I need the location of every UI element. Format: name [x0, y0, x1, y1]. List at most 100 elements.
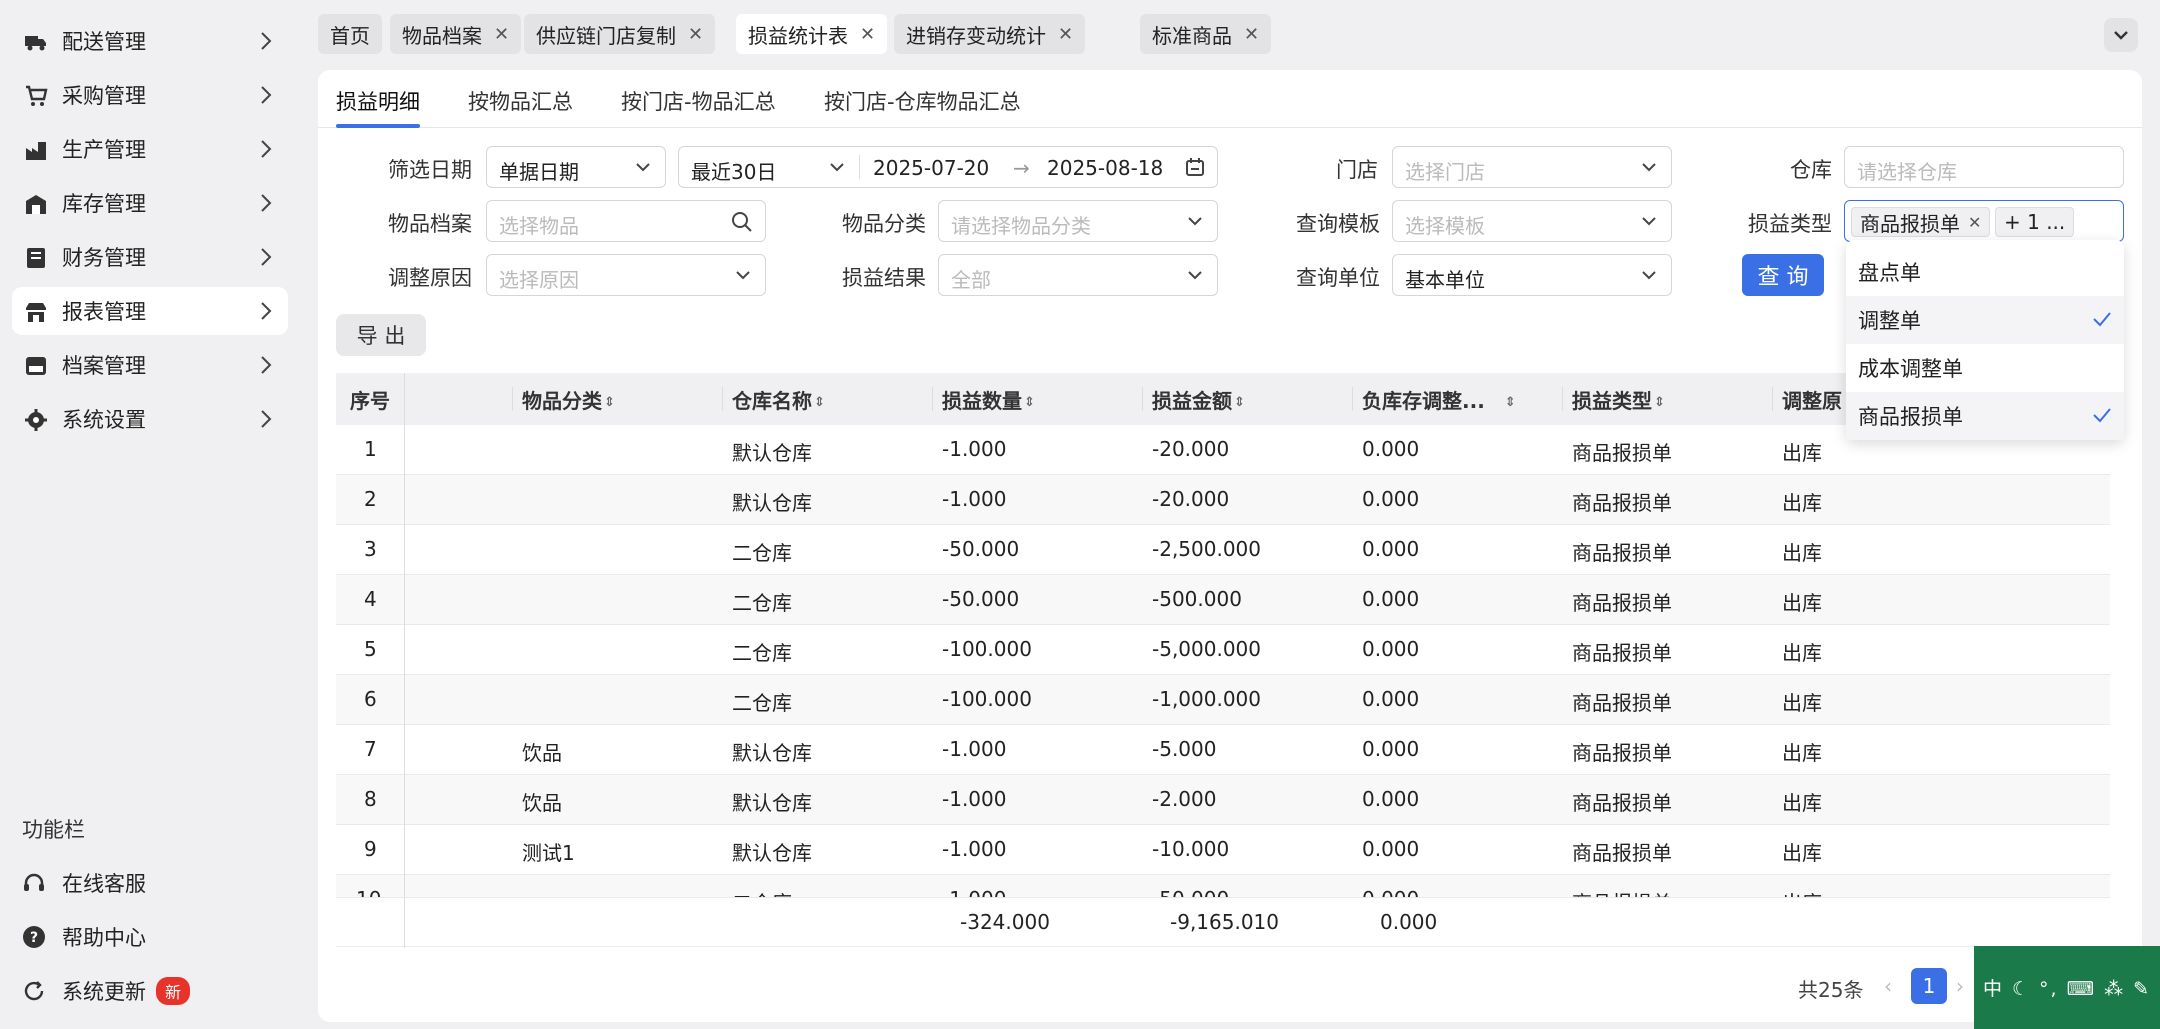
tab-loss-stats[interactable]: 损益统计表 ✕	[736, 14, 888, 54]
dropdown-option[interactable]: 调整单	[1846, 296, 2124, 344]
sidebar-item-settings[interactable]: 系统设置	[12, 395, 288, 443]
help-icon: ?	[23, 926, 45, 948]
sort-icon[interactable]: ⇕	[1505, 395, 1516, 410]
item-search-input[interactable]: 选择物品	[486, 200, 766, 242]
tab-label: 损益统计表	[748, 23, 848, 48]
table-row[interactable]: 4 二仓库 -50.000 -500.000 0.000 商品报损单 出库	[336, 575, 2110, 625]
tab-label: 物品档案	[402, 23, 482, 48]
system-update-link[interactable]: 系统更新 新	[22, 971, 191, 1011]
report-icon	[26, 303, 46, 322]
table-row[interactable]: 6 二仓库 -100.000 -1,000.000 0.000 商品报损单 出库	[336, 675, 2110, 725]
close-icon[interactable]: ✕	[860, 24, 875, 45]
sort-icon[interactable]: ⇕	[814, 395, 825, 410]
table-row[interactable]: 5 二仓库 -100.000 -5,000.000 0.000 商品报损单 出库	[336, 625, 2110, 675]
col-negative-adjust[interactable]: 负库存调整... ⇕	[1362, 385, 1516, 414]
col-category[interactable]: 物品分类 ⇕	[522, 385, 615, 414]
table-row[interactable]: 3 二仓库 -50.000 -2,500.000 0.000 商品报损单 出库	[336, 525, 2110, 575]
tab-item-archive[interactable]: 物品档案 ✕	[390, 14, 522, 54]
chip-label: + 1 ...	[2004, 210, 2066, 234]
table-row[interactable]: 2 默认仓库 -1.000 -20.000 0.000 商品报损单 出库	[336, 475, 2110, 525]
tab-standard-goods[interactable]: 标准商品 ✕	[1140, 14, 1272, 54]
subtab-by-store-warehouse-item[interactable]: 按门店-仓库物品汇总	[824, 86, 1021, 116]
sort-icon[interactable]: ⇕	[1654, 395, 1665, 410]
table-cell: -100.000	[942, 687, 1032, 711]
table-cell: 3	[364, 537, 377, 561]
category-select[interactable]: 请选择物品分类	[938, 200, 1218, 242]
col-divider	[1142, 387, 1143, 411]
table-row[interactable]: 8 饮品 默认仓库 -1.000 -2.000 0.000 商品报损单 出库	[336, 775, 2110, 825]
headset-icon	[24, 873, 44, 891]
date-type-select[interactable]: 单据日期	[486, 146, 666, 188]
sidebar-item-purchase[interactable]: 采购管理	[12, 71, 288, 119]
store-select[interactable]: 选择门店	[1392, 146, 1672, 188]
more-types-chip[interactable]: + 1 ...	[1995, 207, 2075, 237]
subtab-by-item[interactable]: 按物品汇总	[468, 86, 573, 116]
total-amount: -9,165.010	[1170, 910, 1280, 934]
calendar-icon	[1186, 158, 1204, 176]
next-page-icon[interactable]: ›	[1956, 974, 1964, 998]
sidebar-item-archive[interactable]: 档案管理	[12, 341, 288, 389]
date-end[interactable]: 2025-08-18	[1047, 156, 1163, 180]
prev-page-icon[interactable]: ‹	[1884, 974, 1892, 998]
table-row[interactable]: 9 测试1 默认仓库 -1.000 -10.000 0.000 商品报损单 出库	[336, 825, 2110, 875]
close-icon[interactable]: ✕	[1058, 24, 1073, 45]
reason-select[interactable]: 选择原因	[486, 254, 766, 296]
dropdown-option[interactable]: 商品报损单	[1846, 392, 2124, 440]
tabs-dropdown-button[interactable]	[2104, 18, 2138, 52]
ime-toolbar[interactable]: 中 ☾ °, ⌨ ⁂ ✎	[1974, 946, 2160, 1029]
table-cell: 0.000	[1362, 787, 1420, 811]
tab-store-copy[interactable]: 供应链门店复制 ✕	[524, 14, 716, 54]
col-type[interactable]: 损益类型 ⇕	[1572, 385, 1665, 414]
col-divider	[932, 387, 933, 411]
col-quantity[interactable]: 损益数量 ⇕	[942, 385, 1035, 414]
query-button[interactable]: 查 询	[1742, 254, 1824, 296]
dropdown-option[interactable]: 成本调整单	[1846, 344, 2124, 392]
table-cell: 0.000	[1362, 437, 1420, 461]
subtab-detail[interactable]: 损益明细	[336, 86, 420, 116]
page-button-current[interactable]: 1	[1911, 968, 1947, 1004]
sidebar-item-delivery[interactable]: 配送管理	[12, 17, 288, 65]
sort-icon[interactable]: ⇕	[604, 395, 615, 410]
subtab-by-store-item[interactable]: 按门店-物品汇总	[621, 86, 776, 116]
close-icon[interactable]: ✕	[1244, 24, 1259, 45]
online-support-link[interactable]: 在线客服	[22, 863, 146, 903]
sidebar-item-reports[interactable]: 报表管理	[12, 287, 288, 335]
warehouse-select[interactable]: 请选择仓库	[1844, 146, 2124, 188]
col-warehouse[interactable]: 仓库名称 ⇕	[732, 385, 825, 414]
help-center-link[interactable]: ? 帮助中心	[22, 917, 146, 957]
table-cell: 默认仓库	[732, 741, 812, 765]
func-item-label: 在线客服	[62, 872, 146, 896]
close-icon[interactable]: ✕	[1968, 213, 1981, 232]
unit-select[interactable]: 基本单位	[1392, 254, 1672, 296]
table-cell: 0.000	[1362, 687, 1420, 711]
template-select[interactable]: 选择模板	[1392, 200, 1672, 242]
col-divider	[512, 387, 513, 411]
sidebar-item-finance[interactable]: 财务管理	[12, 233, 288, 281]
sort-icon[interactable]: ⇕	[1234, 395, 1245, 410]
table-cell: 0.000	[1362, 487, 1420, 511]
sidebar-item-label: 系统设置	[62, 408, 146, 432]
date-range-picker[interactable]: 最近30日 2025-07-20 → 2025-08-18	[678, 146, 1218, 188]
table-row[interactable]: 10 二仓库 -1.000 -50.000 0.000 商品报损单 出库	[336, 875, 2110, 897]
sidebar-item-production[interactable]: 生产管理	[12, 125, 288, 173]
table-row[interactable]: 1 默认仓库 -1.000 -20.000 0.000 商品报损单 出库	[336, 425, 2110, 475]
table-cell: -500.000	[1152, 587, 1242, 611]
table-row[interactable]: 7 饮品 默认仓库 -1.000 -5.000 0.000 商品报损单 出库	[336, 725, 2110, 775]
table-cell: 10	[356, 887, 381, 897]
table-cell: 默认仓库	[732, 791, 812, 815]
result-select[interactable]: 全部	[938, 254, 1218, 296]
dropdown-option[interactable]: 盘点单	[1846, 248, 2124, 296]
sort-icon[interactable]: ⇕	[1024, 395, 1035, 410]
tab-home[interactable]: 首页	[318, 14, 382, 54]
table-cell: 8	[364, 787, 377, 811]
close-icon[interactable]: ✕	[688, 24, 703, 45]
tab-inventory-change[interactable]: 进销存变动统计 ✕	[894, 14, 1086, 54]
date-start[interactable]: 2025-07-20	[873, 156, 989, 180]
loss-type-multiselect[interactable]: 商品报损单 ✕ + 1 ...	[1844, 200, 2124, 242]
col-divider	[722, 387, 723, 411]
col-amount[interactable]: 损益金额 ⇕	[1152, 385, 1245, 414]
close-icon[interactable]: ✕	[494, 24, 509, 45]
sidebar-item-inventory[interactable]: 库存管理	[12, 179, 288, 227]
export-button[interactable]: 导 出	[336, 314, 426, 356]
func-item-label: 系统更新	[62, 980, 146, 1004]
